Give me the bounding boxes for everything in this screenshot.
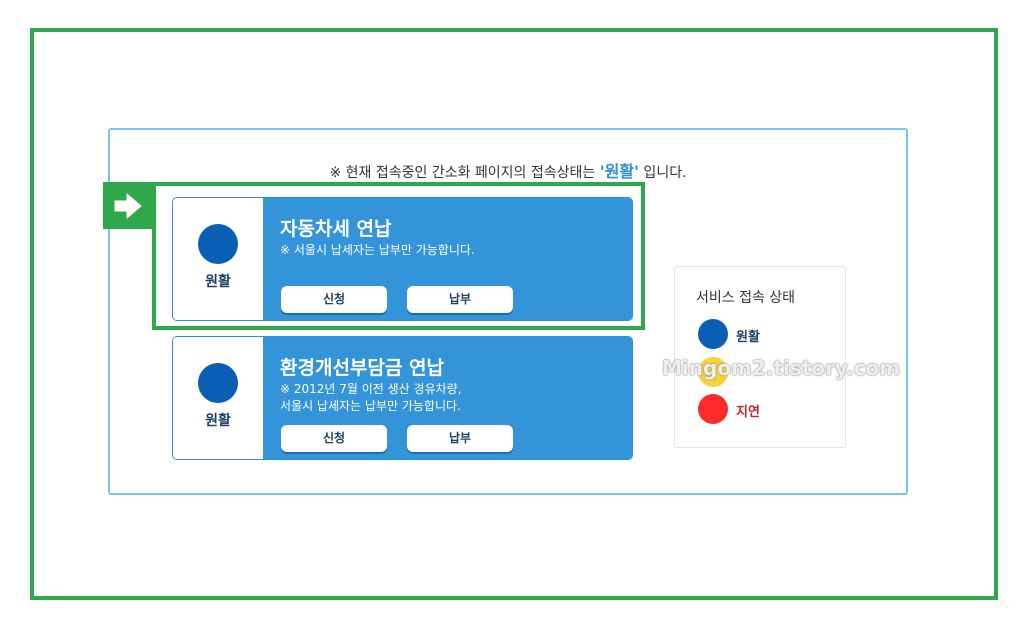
watermark: Mingom2.tistory.com <box>662 356 901 380</box>
legend-label: 지연 <box>736 405 760 420</box>
arrow-right-icon <box>103 182 153 229</box>
card-description: ※ 2012년 7월 이전 생산 경유차량, 서울시 납세자는 납부만 가능합니… <box>280 381 462 415</box>
apply-button[interactable]: 신청 <box>281 425 387 452</box>
status-message: ※ 현재 접속중인 간소화 페이지의 접속상태는 '원활' 입니다. <box>110 158 906 182</box>
status-state: '원활' <box>599 162 639 181</box>
legend-title: 서비스 접속 상태 <box>696 290 796 306</box>
legend-label: 원활 <box>736 330 760 345</box>
card-description-line: 서울시 납세자는 납부만 가능합니다. <box>280 399 461 413</box>
status-suffix: 입니다. <box>638 165 687 181</box>
pay-button[interactable]: 납부 <box>407 425 513 452</box>
card-title: 환경개선부담금 연납 <box>280 357 444 379</box>
card-description-line: ※ 2012년 7월 이전 생산 경유차량, <box>280 382 462 396</box>
legend-dot-blue <box>698 319 728 349</box>
status-label: 원활 <box>205 413 231 429</box>
legend-dot-red <box>698 394 728 424</box>
arrow-right-icon-glyph <box>114 193 142 219</box>
card-body: 환경개선부담금 연납 ※ 2012년 7월 이전 생산 경유차량, 서울시 납세… <box>263 337 632 459</box>
highlight-box <box>152 182 645 330</box>
status-dot <box>198 363 238 403</box>
status-prefix: ※ 현재 접속중인 간소화 페이지의 접속상태는 <box>329 165 600 181</box>
card-status-area: 원활 <box>173 337 263 459</box>
card-environment-charge: 원활 환경개선부담금 연납 ※ 2012년 7월 이전 생산 경유차량, 서울시… <box>172 336 633 460</box>
